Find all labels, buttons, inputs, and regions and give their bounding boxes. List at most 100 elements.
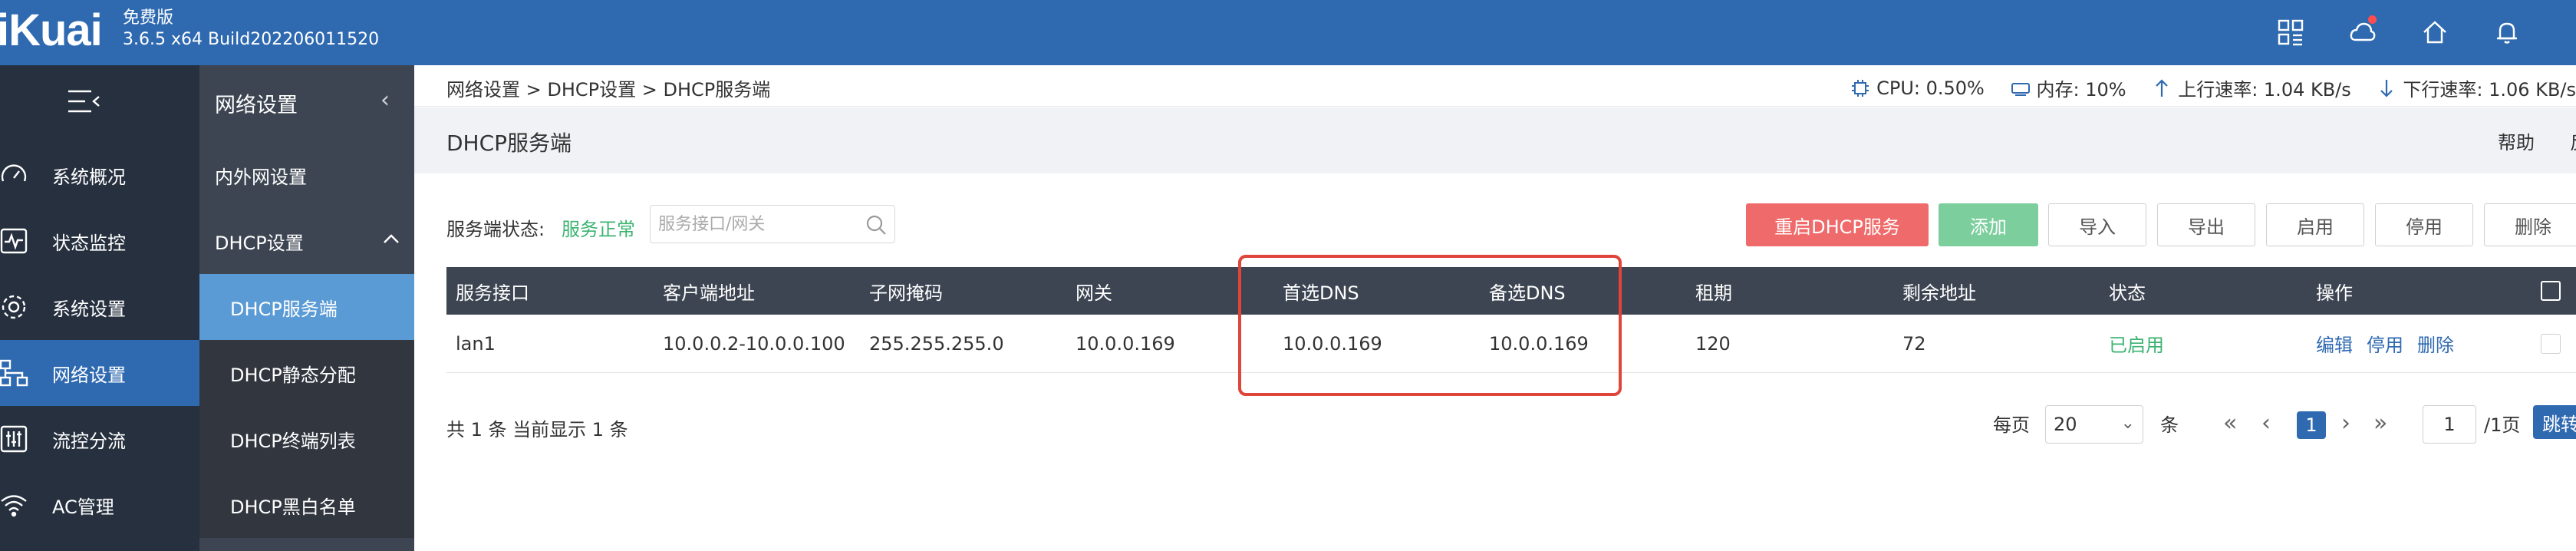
- subnav-item-lan-wan[interactable]: 内外网设置: [199, 142, 414, 208]
- delete-button[interactable]: 删除: [2484, 203, 2576, 246]
- gauge-icon: [0, 160, 37, 190]
- cloud-icon[interactable]: [2344, 14, 2381, 51]
- column-header: 子网掩码: [869, 282, 943, 304]
- subnav-item-label: DHCP静态分配: [230, 364, 356, 386]
- menu-collapse-icon[interactable]: [65, 88, 102, 117]
- chevron-up-icon: [382, 228, 400, 249]
- subnav-item-label: 内外网设置: [215, 166, 307, 188]
- subnav-item-dhcp-static[interactable]: DHCP静态分配: [199, 340, 414, 406]
- sidebar-item-overview[interactable]: 系统概况: [0, 142, 199, 208]
- next-page-icon[interactable]: ›: [2341, 402, 2350, 444]
- pagination: 每页 20 ⌄ 条 « ‹ 1 › » /1页 跳转: [1993, 402, 2576, 448]
- toolbar: 服务端状态: 服务正常 重启DHCP服务 添加 导入 导出 启用 停用 删除: [446, 203, 2576, 246]
- memory-value: 内存: 10%: [2036, 79, 2126, 101]
- sidebar-item-monitor[interactable]: 状态监控: [0, 208, 199, 274]
- pulse-icon: [0, 226, 37, 256]
- jump-button[interactable]: 跳转: [2533, 405, 2576, 439]
- dns-highlight-box: [1238, 255, 1622, 396]
- row-checkbox[interactable]: [2541, 315, 2561, 372]
- page-input[interactable]: [2423, 405, 2476, 444]
- sidebar-item-label: AC管理: [52, 496, 114, 518]
- status-badge: 已启用: [2109, 335, 2164, 356]
- download-stat: 下行速率: 1.06 KB/s: [2377, 74, 2576, 101]
- memory-icon: [2011, 82, 2030, 96]
- subnav-item-label: DHCP黑白名单: [230, 496, 356, 518]
- home-icon[interactable]: [2416, 14, 2453, 51]
- sidebar-item-flow-control[interactable]: 流控分流: [0, 406, 199, 472]
- apps-grid-icon[interactable]: [2272, 14, 2309, 51]
- delete-link[interactable]: 删除: [2417, 330, 2454, 357]
- column-header: 剩余地址: [1902, 282, 1976, 304]
- top-bar: iKuai 免费版 3.6.5 x64 Build202206011520: [0, 0, 2576, 65]
- sidebar-item-label: 系统设置: [52, 298, 126, 320]
- search-icon[interactable]: [865, 214, 887, 236]
- restart-dhcp-button[interactable]: 重启DHCP服务: [1746, 203, 1929, 246]
- subnav-item-label: DHCP设置: [215, 232, 304, 254]
- sliders-icon: [0, 424, 37, 454]
- row-actions: 编辑 停用 删除: [2316, 315, 2468, 372]
- per-page-label: 每页: [1993, 414, 2030, 436]
- chevron-down-icon: ⌄: [2120, 414, 2135, 433]
- subnav-item-dhcp-clients[interactable]: DHCP终端列表: [199, 406, 414, 472]
- first-page-icon[interactable]: «: [2223, 402, 2237, 444]
- wifi-icon: [0, 490, 37, 520]
- sidebar-item-label: 状态监控: [52, 232, 126, 254]
- subnav-item-dhcp-blacklist[interactable]: DHCP黑白名单: [199, 472, 414, 538]
- service-status-value: 服务正常: [562, 219, 635, 240]
- page-title: DHCP服务端: [446, 130, 572, 156]
- sidebar-item-ac-management[interactable]: AC管理: [0, 472, 199, 538]
- total-pages: /1页: [2484, 414, 2521, 436]
- prev-page-icon[interactable]: ‹: [2261, 402, 2271, 444]
- cell-lease: 120: [1695, 332, 1731, 355]
- bell-icon[interactable]: [2489, 14, 2525, 51]
- cpu-icon: [1852, 79, 1869, 97]
- subnav-item-dhcp-settings[interactable]: DHCP设置: [199, 208, 414, 274]
- current-page[interactable]: 1: [2297, 411, 2326, 439]
- help-link[interactable]: 帮助: [2498, 127, 2535, 154]
- cell-client-range: 10.0.0.2-10.0.0.100: [663, 332, 845, 355]
- version-info: 免费版 3.6.5 x64 Build202206011520: [123, 8, 379, 51]
- per-page-unit: 条: [2160, 414, 2179, 436]
- ikuai-logo[interactable]: iKuai: [0, 5, 103, 56]
- select-all-checkbox[interactable]: [2541, 267, 2561, 315]
- table-footer: 共 1 条 当前显示 1 条 每页 20 ⌄ 条 « ‹ 1 › » /1页 跳…: [446, 402, 2576, 448]
- disable-link[interactable]: 停用: [2367, 330, 2403, 357]
- disable-button[interactable]: 停用: [2375, 203, 2473, 246]
- cell-remaining: 72: [1902, 332, 1926, 355]
- arrow-down-icon: [2380, 79, 2393, 97]
- build-label: 3.6.5 x64 Build202206011520: [123, 30, 380, 49]
- column-header: 操作: [2316, 282, 2353, 304]
- gear-icon: [0, 292, 37, 322]
- sidebar-item-network-settings[interactable]: 网络设置: [0, 340, 199, 406]
- secondary-sidebar: 网络设置 ‹ 内外网设置 DHCP设置 DHCP服务端 DHCP静态分配 DHC…: [199, 65, 414, 551]
- memory-stat: 内存: 10%: [2011, 74, 2126, 101]
- cell-subnet-mask: 255.255.255.0: [869, 332, 1004, 355]
- enable-button[interactable]: 启用: [2266, 203, 2364, 246]
- page-header: DHCP服务端 帮助 反馈: [414, 107, 2576, 173]
- cpu-stat: CPU: 0.50%: [1850, 78, 1985, 99]
- subnav-title: 网络设置: [215, 94, 298, 117]
- upload-stat: 上行速率: 1.04 KB/s: [2152, 74, 2351, 101]
- sidebar-item-label: 网络设置: [52, 364, 126, 386]
- upload-value: 上行速率: 1.04 KB/s: [2178, 79, 2351, 101]
- search-input[interactable]: [650, 205, 895, 243]
- subnav-item-label: DHCP服务端: [230, 298, 338, 320]
- edit-link[interactable]: 编辑: [2316, 330, 2353, 357]
- notification-dot: [2368, 15, 2377, 24]
- per-page-value: 20: [2054, 414, 2077, 435]
- export-button[interactable]: 导出: [2157, 203, 2255, 246]
- subnav-item-dhcp-server[interactable]: DHCP服务端: [199, 274, 414, 340]
- cpu-value: CPU: 0.50%: [1876, 77, 1985, 99]
- edition-label: 免费版: [123, 8, 174, 28]
- feedback-link[interactable]: 反馈: [2570, 127, 2576, 154]
- sidebar-item-label: 流控分流: [52, 430, 126, 452]
- chevron-left-icon[interactable]: ‹: [380, 87, 390, 114]
- service-status-label: 服务端状态:: [446, 219, 545, 240]
- sidebar-item-system-settings[interactable]: 系统设置: [0, 274, 199, 340]
- add-button[interactable]: 添加: [1939, 203, 2038, 246]
- import-button[interactable]: 导入: [2048, 203, 2146, 246]
- primary-sidebar: 系统概况 状态监控 系统设置 网络设置 流控分流 AC管理: [0, 65, 199, 551]
- breadcrumb: 网络设置 > DHCP设置 > DHCP服务端: [446, 79, 771, 101]
- last-page-icon[interactable]: »: [2373, 402, 2387, 444]
- per-page-select[interactable]: 20 ⌄: [2045, 405, 2143, 444]
